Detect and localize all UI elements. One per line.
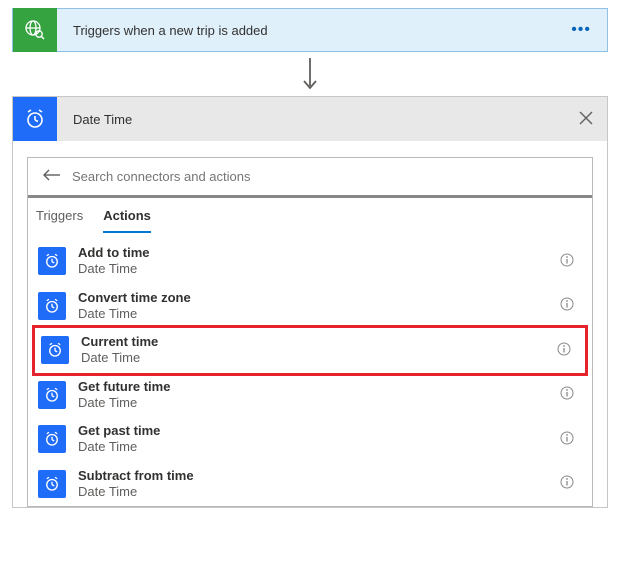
item-title: Current time (81, 334, 549, 350)
item-title: Subtract from time (78, 468, 552, 484)
clock-icon (38, 425, 66, 453)
action-card: Date Time Triggers (12, 96, 608, 508)
search-row (28, 158, 592, 198)
close-icon (579, 111, 593, 125)
clock-icon (41, 336, 69, 364)
back-button[interactable] (36, 168, 68, 185)
item-text: Get future timeDate Time (66, 379, 552, 412)
search-input[interactable] (68, 169, 584, 184)
clock-icon (23, 107, 47, 131)
tab-actions[interactable]: Actions (103, 208, 151, 233)
info-button[interactable] (552, 253, 582, 270)
info-button[interactable] (552, 475, 582, 492)
item-subtitle: Date Time (78, 395, 552, 411)
info-button[interactable] (552, 297, 582, 314)
list-item[interactable]: Get past timeDate Time (32, 417, 588, 462)
item-subtitle: Date Time (78, 261, 552, 277)
item-subtitle: Date Time (78, 306, 552, 322)
list-item[interactable]: Subtract from timeDate Time (32, 462, 588, 507)
item-title: Get past time (78, 423, 552, 439)
info-button[interactable] (552, 431, 582, 448)
item-text: Get past timeDate Time (66, 423, 552, 456)
info-button[interactable] (549, 342, 579, 359)
item-subtitle: Date Time (78, 439, 552, 455)
clock-icon (38, 247, 66, 275)
action-connector-icon (13, 97, 57, 141)
action-body: Triggers Actions Add to timeDate TimeCon… (13, 141, 607, 507)
item-text: Current timeDate Time (69, 334, 549, 367)
list-item[interactable]: Add to timeDate Time (32, 239, 588, 284)
arrow-down-icon (301, 58, 319, 92)
info-button[interactable] (552, 386, 582, 403)
close-button[interactable] (565, 111, 607, 128)
item-title: Get future time (78, 379, 552, 395)
clock-icon (38, 292, 66, 320)
action-title: Date Time (57, 112, 565, 127)
list-item[interactable]: Convert time zoneDate Time (32, 284, 588, 329)
globe-search-icon (23, 18, 47, 42)
picker-box: Triggers Actions Add to timeDate TimeCon… (27, 157, 593, 507)
clock-icon (38, 470, 66, 498)
trigger-title: Triggers when a new trip is added (57, 23, 555, 38)
list-item[interactable]: Current timeDate Time (32, 325, 588, 376)
item-text: Convert time zoneDate Time (66, 290, 552, 323)
trigger-connector-icon (13, 8, 57, 52)
action-header: Date Time (13, 97, 607, 141)
tabs: Triggers Actions (28, 198, 592, 233)
tab-triggers[interactable]: Triggers (36, 208, 83, 233)
arrow-left-icon (42, 168, 62, 182)
action-list: Add to timeDate TimeConvert time zoneDat… (28, 233, 592, 506)
item-subtitle: Date Time (81, 350, 549, 366)
clock-icon (38, 381, 66, 409)
trigger-card[interactable]: Triggers when a new trip is added ••• (12, 8, 608, 52)
item-title: Convert time zone (78, 290, 552, 306)
item-text: Subtract from timeDate Time (66, 468, 552, 501)
item-subtitle: Date Time (78, 484, 552, 500)
item-text: Add to timeDate Time (66, 245, 552, 278)
list-item[interactable]: Get future timeDate Time (32, 373, 588, 418)
more-button[interactable]: ••• (555, 21, 607, 39)
flow-arrow (0, 52, 620, 96)
item-title: Add to time (78, 245, 552, 261)
